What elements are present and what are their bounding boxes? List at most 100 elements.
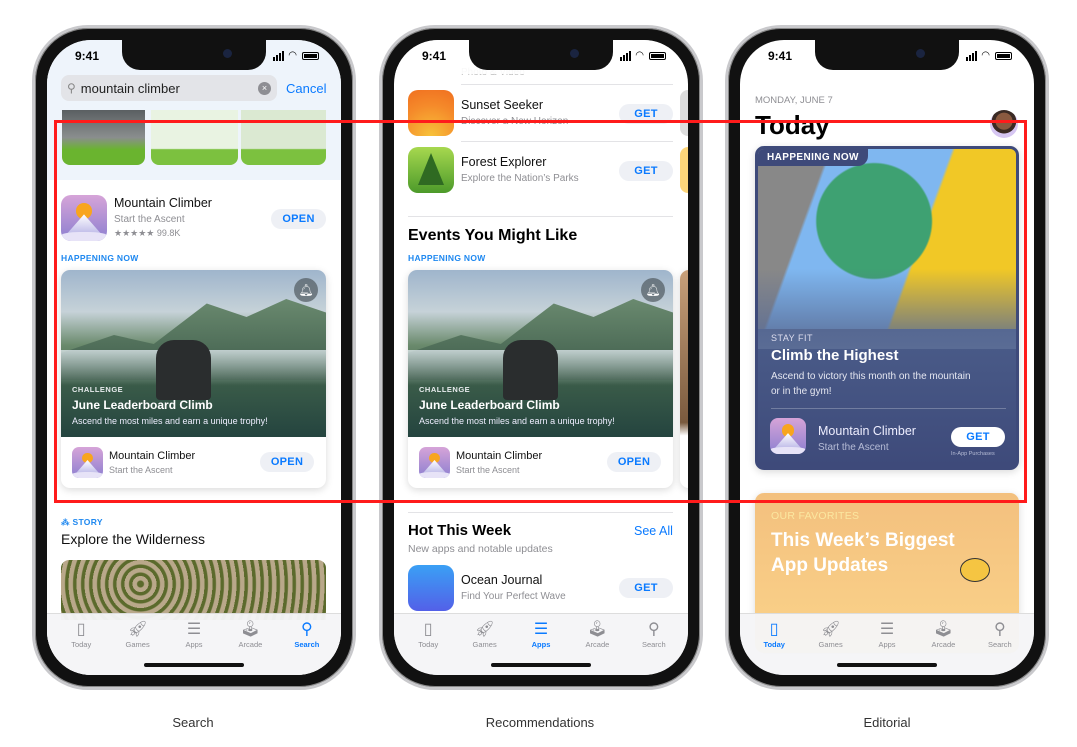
event-image — [503, 340, 558, 400]
event-app-name: Mountain Climber — [109, 450, 196, 462]
tab-search[interactable]: ⚲ Search — [972, 614, 1028, 675]
caption-editorial: Editorial — [863, 715, 911, 730]
status-time: 9:41 — [75, 49, 100, 63]
cancel-button[interactable]: Cancel — [286, 81, 326, 96]
wifi-icon: ◠ — [981, 50, 991, 61]
event-card[interactable]: 🔔︎ CHALLENGE June Leaderboard Climb Asce… — [61, 270, 326, 488]
status-time: 9:41 — [422, 49, 447, 63]
status-icons: ◠ — [966, 50, 1012, 61]
story-image[interactable] — [61, 560, 326, 620]
get-button[interactable]: GET — [619, 161, 673, 181]
section-title-events: Events You Might Like — [408, 227, 578, 244]
home-indicator[interactable] — [491, 663, 591, 667]
status-icons: ◠ — [620, 50, 666, 61]
event-card[interactable]: 🔔︎ CHALLENGE June Leaderboard Climb Asce… — [408, 270, 673, 488]
phone-editorial: 9:41 ◠ MONDAY, JUNE 7 Today HAPPENING NO… — [725, 25, 1049, 690]
stack-icon: ☰ — [186, 621, 202, 638]
tab-today[interactable]: ▯ Today — [53, 614, 109, 675]
app-icon-forest-explorer[interactable] — [408, 147, 454, 193]
app-name[interactable]: Mountain Climber — [114, 196, 212, 210]
next-event-card[interactable] — [680, 270, 688, 488]
today-icon: ▯ — [769, 621, 779, 638]
open-button[interactable]: OPEN — [271, 209, 326, 229]
search-screen: 9:41 ◠ ⚲ mountain climber × Cancel Mount… — [47, 40, 341, 675]
editorial-screen: 9:41 ◠ MONDAY, JUNE 7 Today HAPPENING NO… — [740, 40, 1034, 675]
event-open-button[interactable]: OPEN — [260, 452, 314, 472]
app-icon-mountain-climber[interactable] — [72, 447, 103, 478]
app-subtitle: Start the Ascent — [114, 214, 185, 225]
screenshot-3[interactable] — [241, 110, 326, 165]
stack-icon: ☰ — [879, 621, 895, 638]
card-app-subtitle: Start the Ascent — [818, 442, 889, 453]
event-open-button[interactable]: OPEN — [607, 452, 661, 472]
app-subtitle: Discover a New Horizon — [461, 116, 569, 127]
signal-icon — [966, 50, 978, 61]
app-name[interactable]: Sunset Seeker — [461, 98, 543, 112]
notch — [122, 40, 266, 70]
event-app-subtitle: Start the Ascent — [456, 465, 520, 475]
app-subtitle: Explore the Nation’s Parks — [461, 173, 579, 184]
screenshot-1[interactable] — [62, 110, 145, 165]
bell-icon[interactable]: 🔔︎ — [294, 278, 318, 302]
rocket-icon: 🚀︎ — [820, 621, 841, 638]
app-icon-mountain-climber[interactable] — [61, 195, 107, 241]
signal-icon — [273, 50, 285, 61]
stack-icon: ☰ — [533, 621, 549, 638]
in-app-purchases-label: In-App Purchases — [951, 451, 995, 457]
get-button[interactable]: GET — [951, 427, 1005, 447]
section-subtitle: New apps and notable updates — [408, 543, 553, 555]
event-title: June Leaderboard Climb — [72, 398, 213, 412]
tab-today[interactable]: ▯ Today — [400, 614, 456, 675]
tab-today[interactable]: ▯ Today — [746, 614, 802, 675]
see-all-link[interactable]: See All — [634, 524, 673, 538]
happening-now-tag: HAPPENING NOW — [758, 149, 868, 166]
event-description: Ascend the most miles and earn a unique … — [72, 416, 268, 426]
joystick-icon: 🕹︎ — [587, 621, 608, 638]
phone-search: 9:41 ◠ ⚲ mountain climber × Cancel Mount… — [32, 25, 356, 690]
card-title: Climb the Highest — [771, 347, 899, 364]
home-indicator[interactable] — [144, 663, 244, 667]
screenshot-2[interactable] — [151, 110, 238, 165]
section-title-hot: Hot This Week — [408, 522, 512, 539]
app-icon-ocean-journal[interactable] — [408, 565, 454, 611]
status-icons: ◠ — [273, 50, 319, 61]
event-description: Ascend the most miles and earn a unique … — [419, 416, 615, 426]
get-button[interactable]: GET — [619, 104, 673, 124]
app-icon-mountain-climber[interactable] — [419, 447, 450, 478]
story-label: ⁂ STORY — [61, 517, 103, 527]
today-icon: ▯ — [76, 621, 86, 638]
event-app-name: Mountain Climber — [456, 450, 543, 462]
bell-icon[interactable]: 🔔︎ — [641, 278, 665, 302]
date-label: MONDAY, JUNE 7 — [755, 95, 833, 106]
card-kicker: STAY FIT — [771, 333, 814, 343]
status-time: 9:41 — [768, 49, 793, 63]
app-subtitle: Find Your Perfect Wave — [461, 591, 566, 602]
clear-icon[interactable]: × — [258, 81, 271, 95]
joystick-icon: 🕹︎ — [933, 621, 954, 638]
rocket-icon: 🚀︎ — [127, 621, 148, 638]
signal-icon — [620, 50, 632, 61]
search-query: mountain climber — [80, 80, 180, 96]
story-title[interactable]: Explore the Wilderness — [61, 531, 205, 547]
tab-search[interactable]: ⚲ Search — [279, 614, 335, 675]
app-name[interactable]: Forest Explorer — [461, 155, 546, 169]
phone-recommendations: 9:41 ◠ Photo & Video Sunset Seeker Disco… — [379, 25, 703, 690]
search-input[interactable]: ⚲ mountain climber × — [61, 75, 277, 101]
bird-illustration — [960, 558, 990, 582]
tab-search[interactable]: ⚲ Search — [626, 614, 682, 675]
search-icon: ⚲ — [647, 621, 660, 638]
app-name[interactable]: Ocean Journal — [461, 573, 542, 587]
event-app-subtitle: Start the Ascent — [109, 465, 173, 475]
app-icon-mountain-climber[interactable] — [770, 418, 806, 454]
favorites-title: This Week’s Biggest App Updates — [771, 530, 955, 576]
editorial-card[interactable]: HAPPENING NOW STAY FIT Climb the Highest… — [755, 146, 1019, 470]
joystick-icon: 🕹︎ — [240, 621, 261, 638]
get-button[interactable]: GET — [619, 578, 673, 598]
caption-recommendations: Recommendations — [485, 715, 595, 730]
home-indicator[interactable] — [837, 663, 937, 667]
avatar[interactable] — [990, 110, 1018, 138]
favorites-kicker: OUR FAVORITES — [771, 510, 860, 522]
event-title: June Leaderboard Climb — [419, 398, 560, 412]
event-kicker: CHALLENGE — [419, 385, 471, 394]
app-icon-sunset-seeker[interactable] — [408, 90, 454, 136]
